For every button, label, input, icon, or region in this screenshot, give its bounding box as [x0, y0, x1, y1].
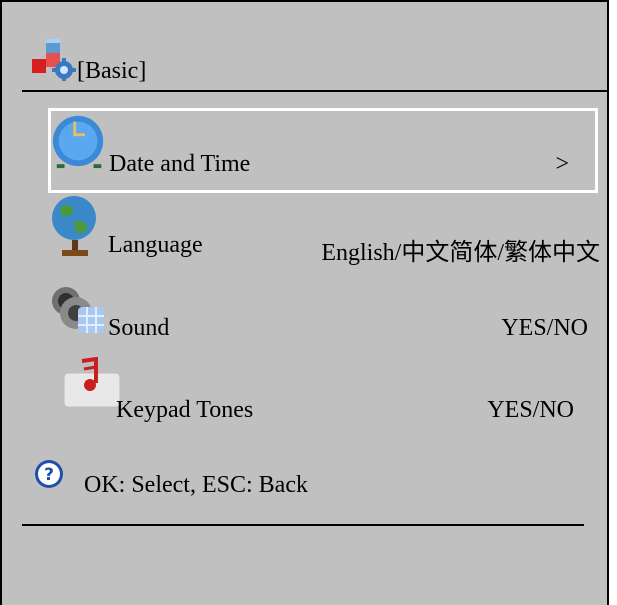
header-divider [22, 90, 609, 92]
svg-text:?: ? [44, 465, 54, 485]
menu-item-label: Language [108, 232, 203, 258]
footer-hint-text: OK: Select, ESC: Back [84, 472, 308, 498]
menu-item-date-and-time[interactable]: Date and Time > [48, 108, 598, 193]
music-note-icon [63, 357, 121, 408]
menu-screen: [Basic] Date and Time > Language English… [0, 0, 609, 605]
menu-item-language[interactable]: Language English/中文简体/繁体中文 [48, 194, 600, 274]
menu-item-sound[interactable]: Sound YES/NO [48, 283, 598, 363]
settings-blocks-icon [32, 39, 76, 81]
menu-item-value: English/中文简体/繁体中文 [321, 240, 600, 266]
footer-hint: ? OK: Select, ESC: Back [34, 456, 484, 506]
menu-item-value: YES/NO [487, 397, 574, 423]
speaker-icon [52, 287, 104, 333]
menu-item-keypad-tones[interactable]: Keypad Tones YES/NO [48, 357, 598, 437]
menu-item-label: Keypad Tones [116, 397, 254, 423]
clock-icon [52, 115, 104, 169]
menu-item-label: Sound [108, 315, 170, 341]
help-icon: ? [35, 460, 63, 488]
menu-item-value: YES/NO [501, 315, 588, 341]
globe-icon [52, 196, 96, 256]
page-title: [Basic] [77, 58, 147, 84]
chevron-right-indicator: > [555, 151, 569, 177]
footer-divider [22, 524, 584, 526]
header: [Basic] [28, 32, 328, 92]
menu-item-label: Date and Time [109, 151, 251, 177]
